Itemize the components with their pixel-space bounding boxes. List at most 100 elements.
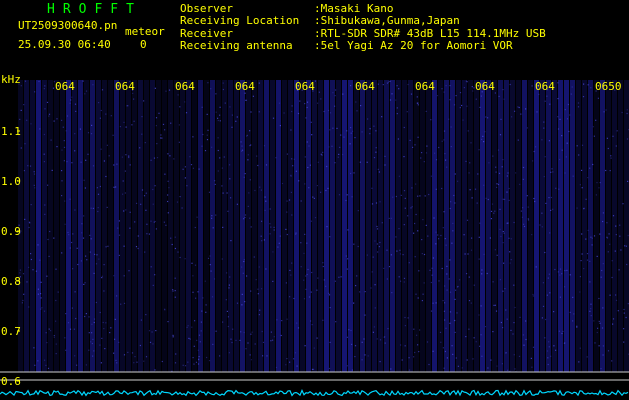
noise-speckle — [400, 344, 402, 346]
noise-speckle — [605, 109, 607, 111]
noise-speckle — [509, 83, 511, 86]
noise-speckle — [477, 173, 479, 175]
noise-speckle — [390, 254, 392, 256]
noise-speckle — [310, 220, 312, 222]
noise-speckle — [291, 110, 293, 113]
noise-speckle — [381, 116, 383, 118]
noise-speckle — [413, 356, 415, 358]
noise-speckle — [601, 327, 604, 329]
noise-speckle — [443, 91, 445, 93]
noise-speckle — [300, 200, 302, 202]
noise-speckle — [172, 290, 174, 292]
noise-speckle — [167, 194, 169, 196]
noise-speckle — [449, 291, 452, 293]
noise-speckle — [119, 126, 121, 128]
noise-speckle — [249, 145, 251, 147]
noise-speckle — [254, 343, 256, 345]
noise-speckle — [285, 282, 287, 284]
noise-speckle — [64, 200, 66, 202]
noise-speckle — [441, 187, 443, 190]
noise-speckle — [550, 209, 552, 211]
noise-speckle — [417, 297, 419, 299]
noise-speckle — [116, 362, 118, 364]
noise-speckle — [127, 351, 129, 353]
noise-speckle — [343, 136, 345, 138]
noise-speckle — [310, 320, 312, 322]
noise-speckle — [229, 178, 231, 180]
noise-band — [456, 80, 461, 372]
noise-speckle — [450, 126, 452, 128]
noise-speckle — [374, 284, 376, 286]
noise-speckle — [623, 341, 625, 343]
noise-speckle — [354, 356, 356, 358]
noise-speckle — [495, 171, 497, 173]
noise-speckle — [432, 350, 434, 352]
noise-speckle — [240, 331, 242, 333]
noise-speckle — [174, 290, 176, 292]
noise-speckle — [576, 326, 578, 328]
noise-speckle — [500, 235, 502, 238]
noise-band — [234, 80, 239, 372]
noise-speckle — [426, 145, 428, 147]
noise-speckle — [85, 255, 87, 257]
noise-speckle — [219, 120, 221, 122]
noise-speckle — [87, 153, 89, 155]
noise-speckle — [184, 177, 186, 179]
noise-speckle — [202, 297, 204, 299]
noise-speckle — [620, 249, 622, 251]
observation-datetime: 25.09.30 06:40 — [18, 38, 111, 51]
noise-speckle — [414, 222, 416, 225]
noise-speckle — [224, 102, 226, 104]
noise-speckle — [615, 225, 617, 227]
noise-speckle — [506, 191, 508, 193]
noise-band — [144, 80, 149, 372]
noise-speckle — [64, 337, 66, 339]
noise-speckle — [548, 346, 550, 348]
noise-speckle — [231, 114, 233, 116]
noise-speckle — [476, 202, 478, 204]
noise-speckle — [265, 164, 268, 166]
noise-speckle — [450, 201, 452, 203]
noise-speckle — [194, 226, 196, 229]
noise-speckle — [496, 254, 498, 256]
noise-speckle — [370, 287, 372, 289]
noise-speckle — [538, 93, 540, 95]
noise-speckle — [91, 323, 93, 325]
noise-speckle — [63, 160, 65, 162]
noise-speckle — [131, 124, 133, 126]
noise-speckle — [28, 226, 30, 229]
noise-band — [252, 80, 257, 372]
noise-speckle — [213, 278, 216, 280]
noise-speckle — [26, 119, 28, 121]
noise-speckle — [66, 115, 69, 117]
noise-speckle — [194, 264, 197, 266]
noise-speckle — [544, 100, 546, 102]
noise-speckle — [596, 255, 598, 257]
app-name: HROFFT — [47, 2, 142, 17]
noise-speckle — [436, 95, 439, 97]
noise-speckle — [232, 328, 234, 330]
noise-speckle — [425, 110, 427, 112]
noise-band — [198, 80, 203, 372]
noise-speckle — [41, 307, 43, 309]
noise-speckle — [467, 130, 469, 132]
noise-speckle — [128, 270, 130, 272]
noise-speckle — [583, 268, 585, 270]
noise-speckle — [308, 145, 310, 147]
noise-speckle — [92, 84, 94, 86]
noise-speckle — [508, 199, 510, 201]
noise-speckle — [184, 166, 186, 168]
noise-speckle — [235, 120, 237, 122]
noise-speckle — [113, 186, 115, 188]
noise-speckle — [345, 255, 347, 257]
noise-speckle — [85, 159, 87, 161]
info-key: Receiving antenna — [180, 38, 293, 52]
noise-speckle — [61, 195, 63, 197]
noise-speckle — [143, 195, 146, 197]
noise-speckle — [495, 310, 498, 312]
noise-speckle — [478, 314, 480, 316]
noise-speckle — [576, 207, 578, 209]
noise-speckle — [366, 161, 368, 163]
noise-speckle — [334, 95, 336, 97]
noise-speckle — [615, 299, 618, 301]
